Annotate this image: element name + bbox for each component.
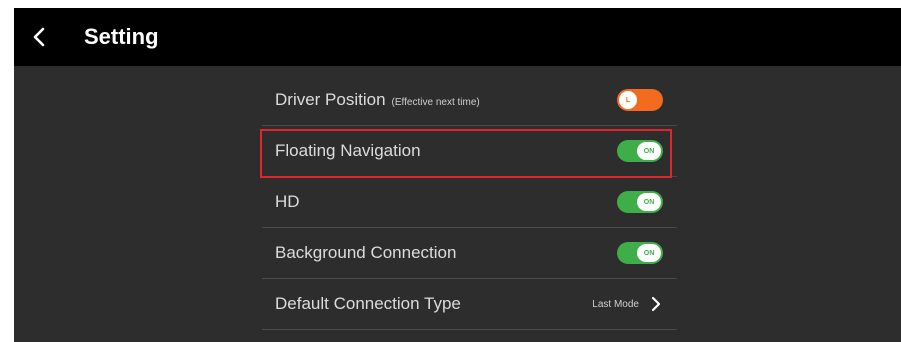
setting-label-text: Driver Position bbox=[275, 90, 386, 109]
setting-value: Last Mode bbox=[592, 298, 639, 310]
setting-label: Floating Navigation bbox=[275, 141, 421, 160]
page-title: Setting bbox=[84, 24, 159, 49]
setting-row-hd: HD ON bbox=[262, 177, 677, 228]
setting-row-floating-navigation: Floating Navigation ON bbox=[262, 126, 677, 177]
setting-label: Default Connection Type bbox=[275, 294, 461, 313]
setting-label: HD bbox=[275, 192, 300, 211]
chevron-left-icon bbox=[33, 27, 45, 47]
header-bar: Setting bbox=[14, 8, 901, 66]
toggle-knob: ON bbox=[637, 142, 661, 160]
background-connection-toggle[interactable]: ON bbox=[617, 242, 663, 264]
setting-label: Background Connection bbox=[275, 243, 457, 262]
hd-toggle[interactable]: ON bbox=[617, 191, 663, 213]
setting-row-background-connection: Background Connection ON bbox=[262, 228, 677, 279]
settings-list: Driver Position (Effective next time) L F… bbox=[262, 75, 677, 330]
toggle-knob: ON bbox=[637, 193, 661, 211]
setting-row-driver-position: Driver Position (Effective next time) L bbox=[262, 75, 677, 126]
app-window: Setting Driver Position (Effective next t… bbox=[14, 8, 901, 342]
driver-position-toggle[interactable]: L bbox=[617, 89, 663, 111]
setting-row-default-connection-type[interactable]: Default Connection Type Last Mode bbox=[262, 279, 677, 330]
chevron-right-icon bbox=[649, 295, 663, 313]
toggle-knob: ON bbox=[637, 244, 661, 262]
floating-navigation-toggle[interactable]: ON bbox=[617, 140, 663, 162]
setting-label: Driver Position (Effective next time) bbox=[275, 90, 480, 110]
back-button[interactable] bbox=[24, 20, 54, 54]
toggle-knob: L bbox=[619, 91, 637, 109]
setting-note: (Effective next time) bbox=[391, 97, 480, 108]
